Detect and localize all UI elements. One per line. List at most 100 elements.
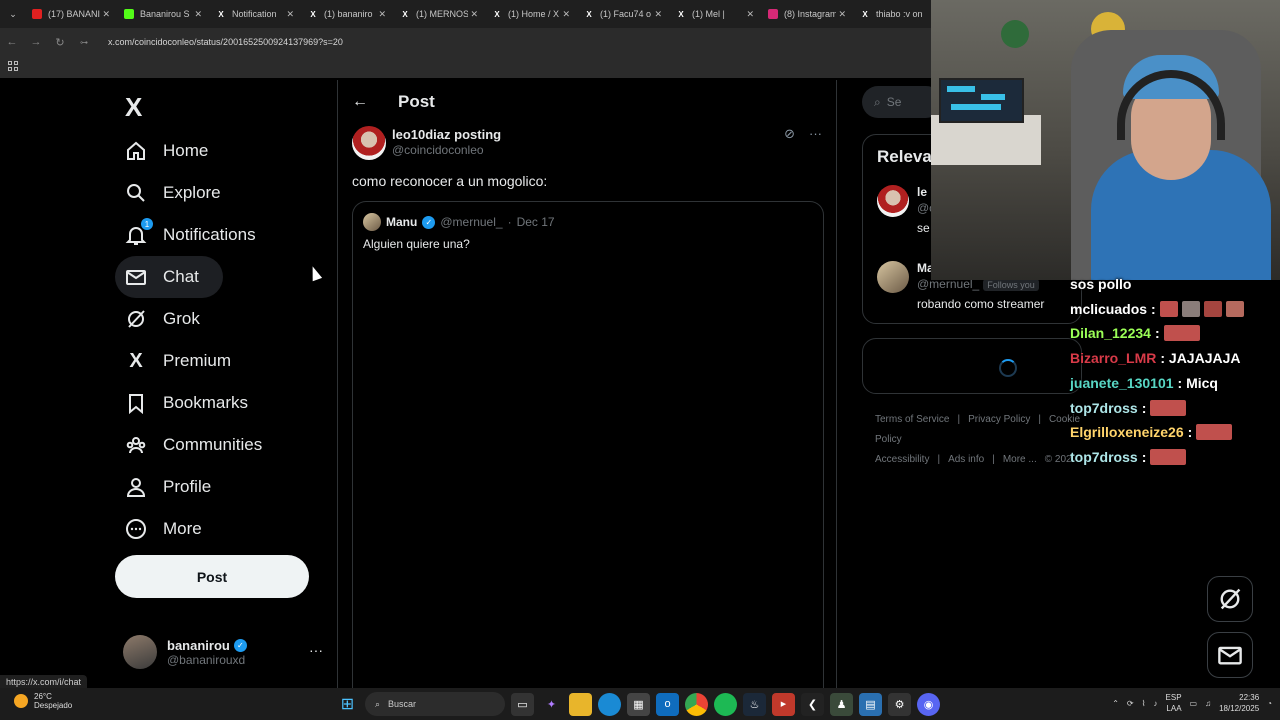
close-icon[interactable]: ✕ [746,9,754,20]
nav-grok[interactable]: Grok [115,298,272,340]
tweet-author-name[interactable]: leo10diaz posting [392,127,501,142]
chat-message: Dilan_12234: [1070,325,1200,342]
account-switcher[interactable]: bananirou ✓ @bananirouxd ··· [123,632,323,672]
chat-text: : Micq [1177,374,1218,391]
nav-bookmarks[interactable]: Bookmarks [115,382,272,424]
account-name: bananirou [167,637,230,653]
browser-tab[interactable]: (8) Instagram ✕ [762,0,854,28]
more-icon[interactable]: ··· [809,126,822,142]
tab-search-icon[interactable]: ⌄ [0,9,26,20]
chevron-up-icon[interactable]: ⌃ [1112,699,1119,708]
grok-floating-button[interactable] [1207,576,1253,622]
chat-emote [1159,300,1178,317]
chat-emote [1163,325,1200,342]
browser-tab[interactable]: Bananirou S ✕ [118,0,210,28]
browser-tab[interactable]: X (1) bananiro ✕ [302,0,394,28]
browser-tab[interactable]: X (1) Home / X ✕ [486,0,578,28]
game-app-icon[interactable]: ▶ [772,692,795,716]
chat-message: juanete_130101: Micq [1070,375,1218,391]
browser-tab[interactable]: X Notification ✕ [210,0,302,28]
taskbar-search[interactable]: ⌕ Buscar [365,692,505,716]
webcam-overlay [931,0,1280,280]
chat-text: : [1154,325,1160,342]
tab-favicon-icon: X [678,9,684,19]
close-icon[interactable]: ✕ [194,9,202,20]
close-icon[interactable]: ✕ [378,9,386,20]
clock[interactable]: 22:36 18/12/2025 [1219,692,1259,714]
nav-home[interactable]: Home [115,130,272,172]
browser-tab[interactable]: (17) BANANI ✕ [26,0,118,28]
close-icon[interactable]: ✕ [470,9,478,20]
nav-premium[interactable]: X Premium [115,340,272,382]
file-explorer-icon[interactable] [569,692,592,716]
forward-nav-icon[interactable]: → [24,36,48,48]
sync-icon[interactable]: ⟳ [1127,699,1134,708]
tab-label: Bananirou S [140,9,190,19]
x-logo[interactable]: X [125,92,142,123]
chrome-icon[interactable] [685,692,708,716]
close-icon[interactable]: ✕ [102,9,110,20]
chat-username: Bizarro_LMR [1070,350,1157,367]
close-icon[interactable]: ✕ [654,9,662,20]
nav-chat[interactable]: Chat [115,256,223,298]
notification-bell-icon[interactable]: ◔ [1267,699,1272,708]
footer-links: Terms of Service | Privacy Policy | Cookie P… [875,414,1081,465]
nav-notifications[interactable]: 1 Notifications [115,214,272,256]
chat-text: : [1141,399,1147,416]
link-status-bar: https://x.com/i/chat [0,675,88,689]
tweet-author-handle[interactable]: @coincidoconleo [392,143,484,157]
network-icon[interactable]: ⌇ [1142,699,1146,708]
mic-icon[interactable]: ♪ [1154,699,1158,708]
close-icon[interactable]: ✕ [562,9,570,20]
reload-icon[interactable]: ↻ [48,36,72,49]
nav-explore[interactable]: Explore [115,172,272,214]
copilot-icon[interactable]: ✦ [540,693,563,716]
nav-profile[interactable]: Profile [115,466,272,508]
close-icon[interactable]: ✕ [838,9,846,20]
app-icon[interactable]: ▤ [859,692,882,716]
nav-communities[interactable]: Communities [115,424,272,466]
browser-tab[interactable]: X (1) Mel | ✕ [670,0,762,28]
volume-icon[interactable]: ♫ [1205,699,1211,708]
search-icon [125,182,147,204]
apps-grid-icon[interactable] [8,61,18,71]
nav-more[interactable]: More [115,508,272,550]
app-icon[interactable]: ♟ [830,692,853,716]
tab-favicon-icon: X [494,9,500,19]
steam-icon[interactable]: ♨ [743,692,766,716]
url-field[interactable]: x.com/coincidoconleo/status/200165250092… [108,37,343,47]
search-input[interactable]: ⌕ Se [862,86,942,118]
back-arrow-icon[interactable]: ← [352,93,368,111]
quote-text: Alguien quiere una? [363,237,470,251]
search-icon: ⌕ [375,698,381,709]
app-icon[interactable]: ❮ [801,692,824,716]
chat-message: Elgrilloxeneize26: [1070,424,1233,441]
discord-icon[interactable]: ◉ [917,692,940,716]
account-more-icon[interactable]: ··· [309,642,323,658]
outlook-icon[interactable]: o [656,692,679,716]
tweet-author-avatar[interactable] [352,126,386,160]
app-icon[interactable]: ⚙ [888,692,911,716]
tab-favicon-icon: X [402,9,408,19]
close-icon[interactable]: ✕ [286,9,294,20]
system-tray: ⌃ ⟳ ⌇ ♪ ESP LAA ▭ ♫ 22:36 18/12/2025 ◔ [1112,692,1272,714]
store-icon[interactable]: ▦ [627,692,650,716]
chat-username: mclicuados [1070,300,1148,317]
edge-icon[interactable] [598,692,621,716]
spotify-icon[interactable] [714,692,737,716]
chat-username: Elgrilloxeneize26 [1070,424,1184,441]
quoted-tweet[interactable]: Manu ✓ @mernuel_ · Dec 17 Alguien quiere… [352,201,824,688]
back-nav-icon[interactable]: ← [0,36,24,48]
tab-label: Notification [232,9,277,19]
post-button[interactable]: Post [115,555,309,598]
browser-tab[interactable]: X (1) MERNOS ✕ [394,0,486,28]
browser-tab[interactable]: X (1) Facu74 o ✕ [578,0,670,28]
chat-emote [1150,448,1187,465]
chat-floating-button[interactable] [1207,632,1253,678]
grok-icon[interactable]: ⊘ [784,126,795,142]
weather-widget[interactable]: 26°C Despejado [14,692,72,710]
windows-start-icon[interactable]: ⊞ [336,693,359,716]
task-view-icon[interactable]: ▭ [511,692,534,716]
display-icon[interactable]: ▭ [1190,699,1198,708]
site-info-icon[interactable]: ⊶ [72,38,96,47]
